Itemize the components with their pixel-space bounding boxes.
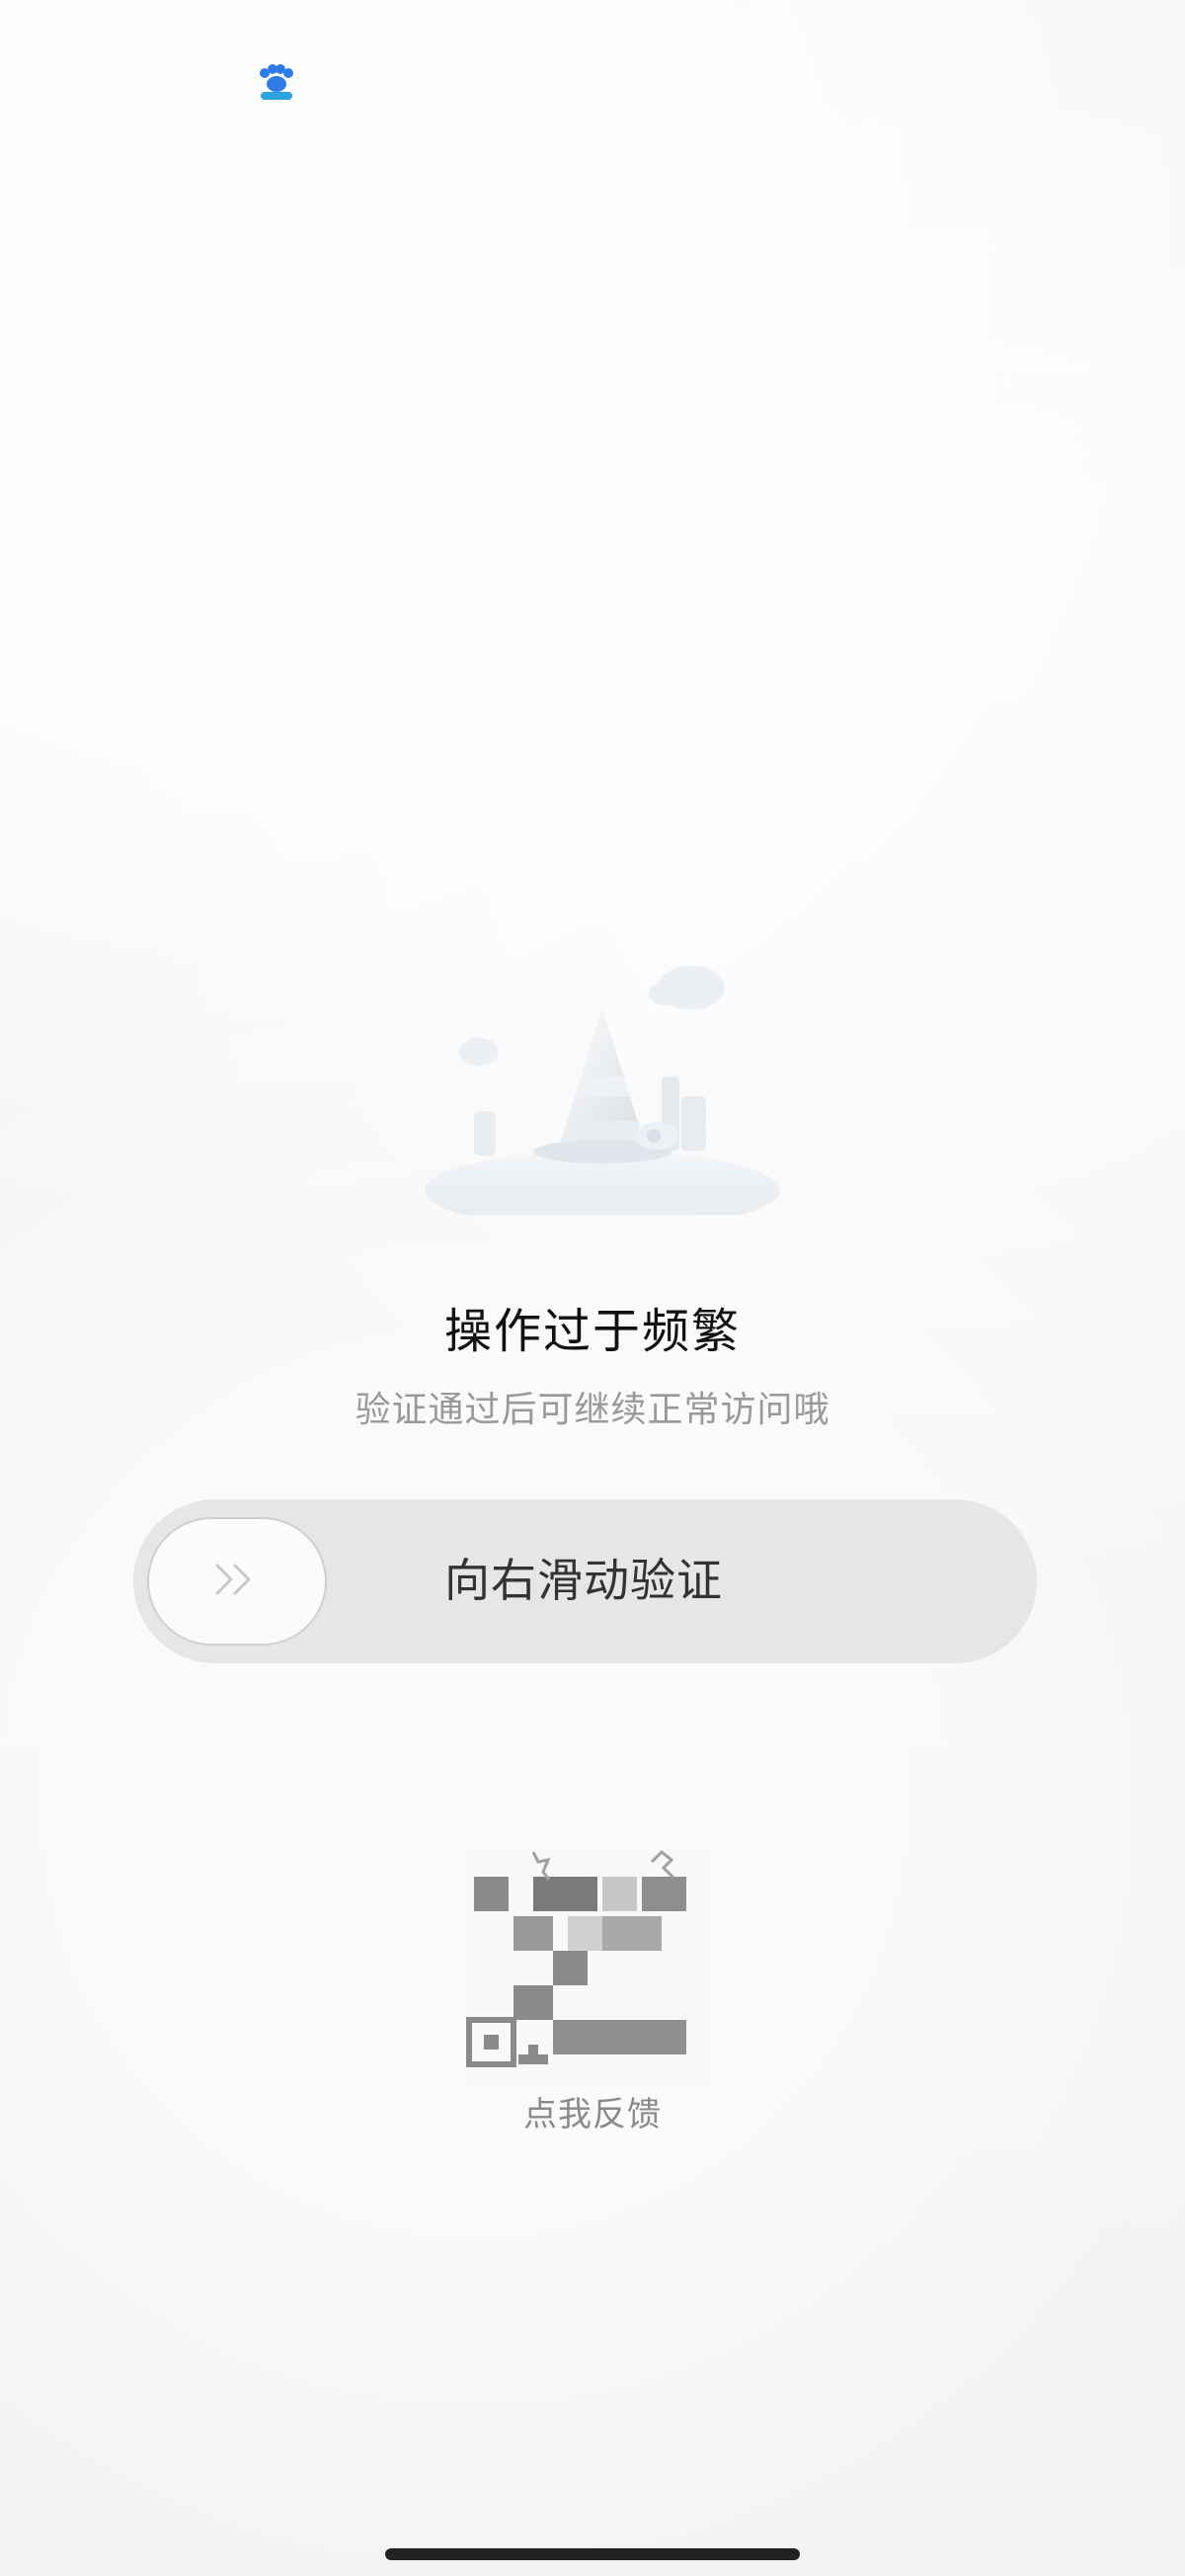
double-chevron-right-icon [207,1560,267,1603]
page-title: 操作过于频繁 [443,1304,741,1359]
page-background [0,0,1185,2576]
home-indicator [385,2548,800,2560]
slider-label: 向右滑动验证 [444,1554,723,1607]
traffic-cone-illustration [415,948,790,1230]
feedback-link[interactable]: 点我反馈 [0,2092,1185,2137]
qr-code-icon[interactable] [464,1847,711,2084]
slide-verification-track[interactable]: 向右滑动验证 [133,1499,1037,1663]
baidu-logo-icon [255,61,298,105]
page-subtitle: 验证通过后可继续正常访问哦 [355,1390,830,1430]
slider-handle[interactable] [147,1517,327,1646]
